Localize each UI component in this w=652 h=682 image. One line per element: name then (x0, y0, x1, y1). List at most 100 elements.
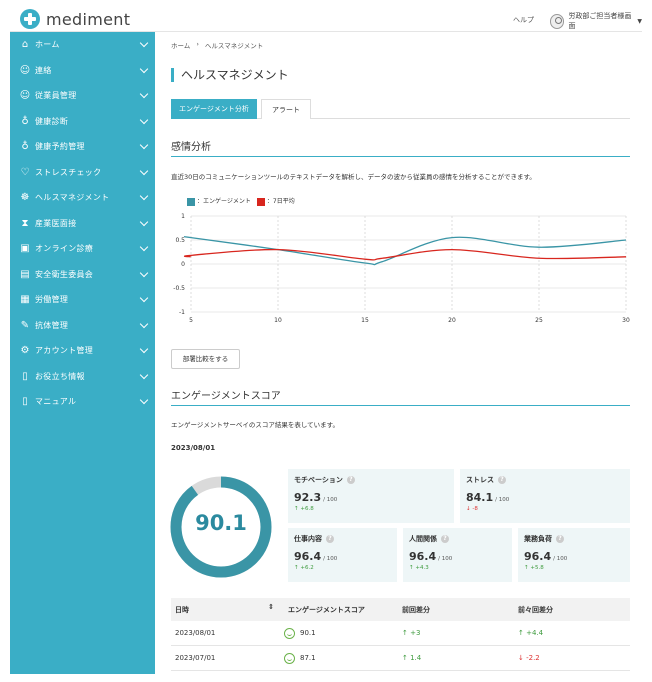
y-tick-label: 0.5 (175, 237, 185, 244)
sidebar-item-label: ホーム (35, 40, 60, 50)
card-score: 96.4/ 100 (524, 550, 624, 563)
sidebar-item-health-reservation[interactable]: ♁ 健康予約管理 (10, 134, 155, 160)
tab-alert[interactable]: アラート (261, 99, 311, 119)
sort-icon[interactable]: ⇕ (268, 603, 274, 611)
row-score: 90.1 (274, 627, 402, 639)
sentiment-section-title: 感情分析 (171, 138, 630, 157)
gear-icon: ⚙ (20, 345, 30, 357)
sidebar-item-safety-committee[interactable]: ▤ 安全衛生委員会 (10, 262, 155, 288)
chevron-down-icon (139, 293, 149, 303)
sidebar-item-stress-check[interactable]: ♡ ストレスチェック (10, 160, 155, 186)
card-title-text: ストレス (466, 476, 494, 484)
score-section-title: エンゲージメントスコア (171, 387, 630, 406)
card-score-value: 92.3 (294, 491, 322, 504)
sidebar-item-occupational-physician[interactable]: ⧗ 産業医面接 (10, 211, 155, 237)
logo[interactable]: mediment (20, 9, 130, 29)
chevron-down-icon (139, 344, 149, 354)
sidebar-item-employees[interactable]: ☺ 従業員管理 (10, 83, 155, 109)
sidebar-item-account[interactable]: ⚙ アカウント管理 (10, 338, 155, 364)
chart-legend: ：エンゲージメント ：7日平均 (187, 196, 295, 206)
card-delta: ↑ +6.8 (294, 506, 314, 512)
sidebar-item-health-management[interactable]: ☸ ヘルスマネジメント (10, 185, 155, 211)
sidebar-item-label: 健康予約管理 (35, 142, 85, 152)
sidebar-item-manual[interactable]: ▯ マニュアル (10, 389, 155, 415)
sidebar-item-online-consultation[interactable]: ▣ オンライン診療 (10, 236, 155, 262)
y-tick-label: 1 (181, 213, 185, 220)
sidebar-item-label: 労働管理 (35, 295, 69, 305)
logo-cross-icon (20, 9, 40, 29)
sentiment-description: 直近30日のコミュニケーションツールのテキストデータを解析し、データの波から従業… (171, 173, 536, 181)
row-prev2-diff: ↓ -2.2 (518, 654, 540, 662)
sidebar-item-home[interactable]: ⌂ ホーム (10, 32, 155, 58)
syringe-icon: ✎ (20, 319, 30, 331)
tab-engagement-analysis[interactable]: エンゲージメント分析 (171, 99, 257, 119)
sidebar-item-label: マニュアル (35, 397, 77, 407)
help-link[interactable]: ヘルプ (513, 15, 534, 25)
legend-item-average: ：7日平均 (256, 196, 295, 206)
breadcrumb-home[interactable]: ホーム (171, 40, 190, 50)
legend-label: ：エンゲージメント (197, 198, 251, 205)
department-compare-button[interactable]: 部署比較をする (171, 349, 240, 369)
card-workload: 業務負荷? 96.4/ 100 ↑ +5.8 (518, 528, 630, 582)
chevron-down-icon (139, 319, 149, 328)
chevron-down-icon (139, 140, 149, 150)
header-prev2-diff: 前々回差分 (518, 605, 553, 614)
help-icon[interactable]: ? (556, 535, 564, 543)
card-delta: ↑ +6.2 (294, 565, 314, 571)
sidebar-item-label: 健康診断 (35, 116, 69, 126)
x-tick-label: 20 (448, 317, 456, 324)
row-date: 2023/07/01 (175, 654, 216, 662)
card-score: 84.1/ 100 (466, 491, 624, 504)
card-job-content: 仕事内容? 96.4/ 100 ↑ +6.2 (288, 528, 397, 582)
card-delta: ↑ +5.8 (524, 565, 544, 571)
sidebar-item-antibody[interactable]: ✎ 抗体管理 (10, 313, 155, 339)
sidebar-item-health-check[interactable]: ♁ 健康診断 (10, 109, 155, 135)
help-icon[interactable]: ? (326, 535, 334, 543)
sidebar-item-useful-info[interactable]: ▯ お役立ち情報 (10, 364, 155, 390)
total-score: 90.1 (195, 511, 247, 535)
chevron-down-icon (139, 268, 149, 277)
card-title: ストレス? (466, 475, 624, 485)
sidebar-item-labor-management[interactable]: ▦ 労働管理 (10, 287, 155, 313)
main-content: ホーム › ヘルスマネジメント ヘルスマネジメント エンゲージメント分析 アラー… (155, 32, 642, 674)
row-score: 87.1 (274, 652, 402, 664)
sidebar-item-label: お役立ち情報 (35, 371, 85, 381)
monitor-icon: ▣ (20, 243, 30, 255)
user-name: 労政部ご担当者様画面 (568, 12, 632, 30)
heart-icon: ♡ (20, 166, 30, 178)
card-score: 96.4/ 100 (294, 550, 391, 563)
card-title: 仕事内容? (294, 534, 391, 544)
page-title: ヘルスマネジメント (171, 68, 289, 82)
table-row[interactable]: 2023/07/01 87.1 ↑ 1.4 ↓ -2.2 (171, 646, 630, 671)
book-icon: ▯ (22, 370, 28, 382)
score-description: エンゲージメントサーベイのスコア結果を表しています。 (171, 421, 340, 429)
chevron-down-icon (139, 217, 149, 226)
x-tick-label: 5 (189, 317, 193, 324)
sentiment-chart: 1 0.5 0 -0.5 -1 5 10 15 20 25 30 (173, 213, 630, 324)
breadcrumb: ホーム › ヘルスマネジメント (171, 40, 263, 50)
sidebar-item-label: 産業医面接 (35, 218, 77, 228)
card-title-text: 業務負荷 (524, 535, 552, 543)
help-icon[interactable]: ? (346, 476, 355, 484)
y-tick-label: -0.5 (173, 285, 185, 292)
breadcrumb-current: ヘルスマネジメント (204, 42, 264, 50)
smile-icon (284, 627, 295, 639)
calendar-icon: ▦ (20, 294, 30, 306)
sidebar-item-label: オンライン診療 (35, 244, 94, 254)
legend-label: ：7日平均 (266, 198, 295, 205)
user-menu[interactable]: 労政部ご担当者様画面 ▼ (550, 11, 642, 31)
card-score-value: 96.4 (294, 550, 322, 563)
card-score-denom: / 100 (438, 556, 453, 562)
user-icon (550, 13, 565, 29)
card-motivation: モチベーション? 92.3/ 100 ↑ +6.8 (288, 469, 454, 523)
table-row[interactable]: 2023/08/01 90.1 ↑ +3 ↑ +4.4 (171, 621, 630, 646)
sidebar-item-label: 抗体管理 (35, 320, 69, 330)
series-line-average (183, 248, 627, 261)
chevron-down-icon (139, 38, 149, 48)
row-prev2-diff: ↑ +4.4 (518, 629, 544, 637)
help-icon[interactable]: ? (498, 476, 506, 484)
chevron-down-icon (139, 242, 149, 252)
row-prev-diff: ↑ 1.4 (402, 654, 422, 662)
sidebar-item-contact[interactable]: ☺ 連絡 (10, 58, 155, 84)
help-icon[interactable]: ? (441, 535, 449, 543)
